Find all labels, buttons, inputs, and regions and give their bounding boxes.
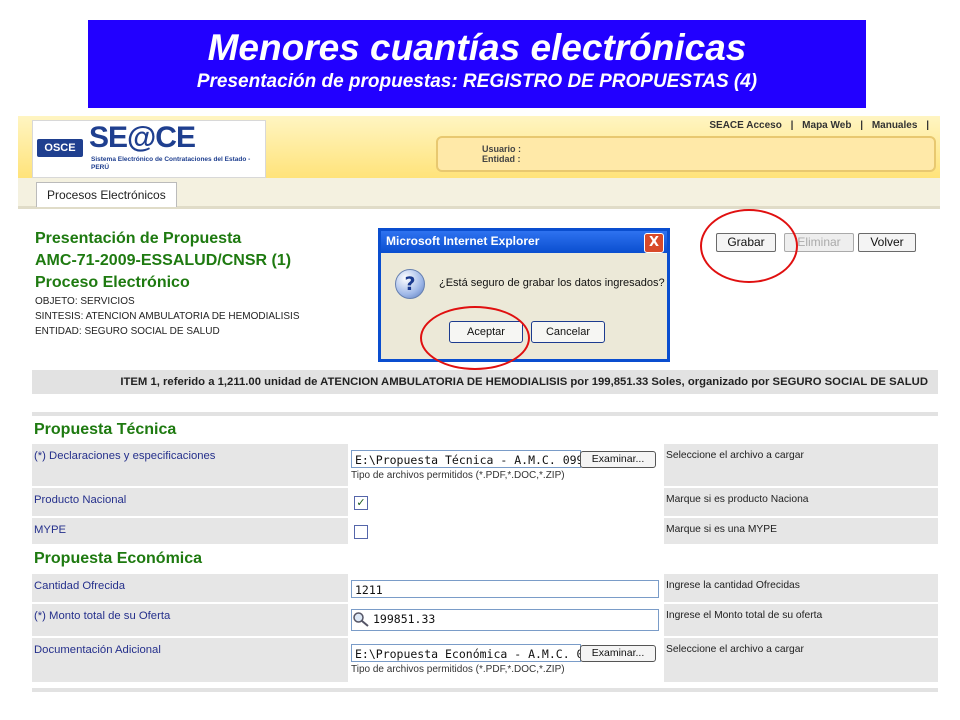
seace-logo-text: SE@CE	[89, 121, 196, 154]
documentacion-hint: Seleccione el archivo a cargar	[664, 638, 938, 682]
annotation-circle-grabar	[700, 209, 798, 283]
user-info-box: Usuario : Entidad :	[436, 136, 936, 172]
slide-title: Menores cuantías electrónicas	[207, 27, 747, 68]
seace-logo-subtitle: Sistema Electrónico de Contrataciones de…	[91, 156, 251, 171]
annotation-circle-aceptar	[420, 306, 530, 370]
file-types-note: Tipo de archivos permitidos (*.PDF,*.DOC…	[351, 664, 565, 675]
documentacion-file-input[interactable]: E:\Propuesta Económica - A.M.C. 09	[351, 644, 581, 662]
row-monto: (*) Monto total de su Oferta 199851.33 I…	[32, 604, 938, 636]
seace-screenshot: OSCE SE@CE Sistema Electrónico de Contra…	[18, 116, 940, 694]
section-divider	[32, 412, 938, 416]
mype-checkbox[interactable]	[354, 525, 368, 539]
item-summary-text: ITEM 1, referido a 1,211.00 unidad de AT…	[120, 376, 928, 388]
dialog-title: Microsoft Internet Explorer	[386, 234, 540, 248]
top-links: SEACE Acceso | Mapa Web | Manuales |	[706, 120, 932, 131]
page-title: Presentación de Propuesta	[35, 230, 242, 247]
tab-procesos-electronicos[interactable]: Procesos Electrónicos	[36, 182, 177, 207]
process-code: AMC-71-2009-ESSALUD/CNSR (1)	[35, 252, 292, 269]
tecnica-heading: Propuesta Técnica	[34, 421, 177, 438]
link-manuales[interactable]: Manuales	[872, 120, 918, 131]
entidad-text: ENTIDAD: SEGURO SOCIAL DE SALUD	[35, 326, 220, 337]
cantidad-label: Cantidad Ofrecida	[32, 574, 348, 602]
row-documentacion: Documentación Adicional E:\Propuesta Eco…	[32, 638, 938, 682]
documentacion-label: Documentación Adicional	[32, 638, 348, 682]
producto-nacional-hint: Marque si es producto Naciona	[664, 488, 938, 516]
row-cantidad: Cantidad Ofrecida 1211 Ingrese la cantid…	[32, 574, 938, 602]
close-icon[interactable]: X	[644, 233, 664, 253]
mype-hint: Marque si es una MYPE	[664, 518, 938, 544]
link-seace-acceso[interactable]: SEACE Acceso	[709, 120, 781, 131]
row-declaraciones: (*) Declaraciones y especificaciones E:\…	[32, 444, 938, 486]
mype-cell	[348, 518, 664, 544]
declaraciones-file-input[interactable]: E:\Propuesta Técnica - A.M.C. 0995	[351, 450, 581, 468]
producto-nacional-cell: ✓	[348, 488, 664, 516]
cantidad-input[interactable]: 1211	[351, 580, 659, 598]
monto-input-border	[351, 609, 659, 631]
cantidad-cell: 1211	[348, 574, 664, 602]
mype-label: MYPE	[32, 518, 348, 544]
tab-bar: Procesos Electrónicos	[18, 178, 940, 209]
declaraciones-label: (*) Declaraciones y especificaciones	[32, 444, 348, 486]
documentacion-cell: E:\Propuesta Económica - A.M.C. 09 Exami…	[348, 638, 664, 682]
file-types-note: Tipo de archivos permitidos (*.PDF,*.DOC…	[351, 470, 565, 481]
dialog-message: ¿Está seguro de grabar los datos ingresa…	[439, 277, 665, 289]
economica-heading: Propuesta Económica	[34, 550, 203, 567]
slide-subtitle: Presentación de propuestas: REGISTRO DE …	[196, 71, 758, 92]
site-header: OSCE SE@CE Sistema Electrónico de Contra…	[18, 116, 940, 178]
question-icon: ?	[395, 269, 425, 299]
row-producto-nacional: Producto Nacional ✓ Marque si es product…	[32, 488, 938, 516]
user-label: Usuario :	[482, 144, 522, 154]
osce-logo-text: OSCE	[37, 139, 83, 157]
cantidad-hint: Ingrese la cantidad Ofrecidas	[664, 574, 938, 602]
monto-label: (*) Monto total de su Oferta	[32, 604, 348, 636]
seace-logo: OSCE SE@CE Sistema Electrónico de Contra…	[32, 120, 266, 178]
examinar-button[interactable]: Examinar...	[580, 645, 656, 662]
item-summary-bar: ITEM 1, referido a 1,211.00 unidad de AT…	[32, 370, 938, 394]
dialog-titlebar: Microsoft Internet Explorer X	[381, 231, 667, 253]
row-mype: MYPE Marque si es una MYPE	[32, 518, 938, 544]
slide-banner: Menores cuantías electrónicas Presentaci…	[88, 20, 866, 108]
link-separator: |	[790, 120, 794, 131]
link-mapa-web[interactable]: Mapa Web	[802, 120, 851, 131]
objeto-text: OBJETO: SERVICIOS	[35, 296, 135, 307]
monto-hint: Ingrese el Monto total de su oferta	[664, 604, 938, 636]
process-type: Proceso Electrónico	[35, 274, 190, 291]
cancelar-button[interactable]: Cancelar	[531, 321, 605, 343]
declaraciones-hint: Seleccione el archivo a cargar	[664, 444, 938, 486]
producto-nacional-label: Producto Nacional	[32, 488, 348, 516]
entity-label: Entidad :	[482, 154, 521, 164]
link-separator: |	[860, 120, 864, 131]
bottom-divider	[32, 688, 938, 692]
monto-cell: 199851.33	[348, 604, 664, 636]
volver-button[interactable]: Volver	[858, 233, 916, 252]
sintesis-text: SINTESIS: ATENCION AMBULATORIA DE HEMODI…	[35, 311, 300, 322]
declaraciones-cell: E:\Propuesta Técnica - A.M.C. 0995 Exami…	[348, 444, 664, 486]
examinar-button[interactable]: Examinar...	[580, 451, 656, 468]
producto-nacional-checkbox[interactable]: ✓	[354, 496, 368, 510]
link-separator: |	[926, 120, 929, 131]
